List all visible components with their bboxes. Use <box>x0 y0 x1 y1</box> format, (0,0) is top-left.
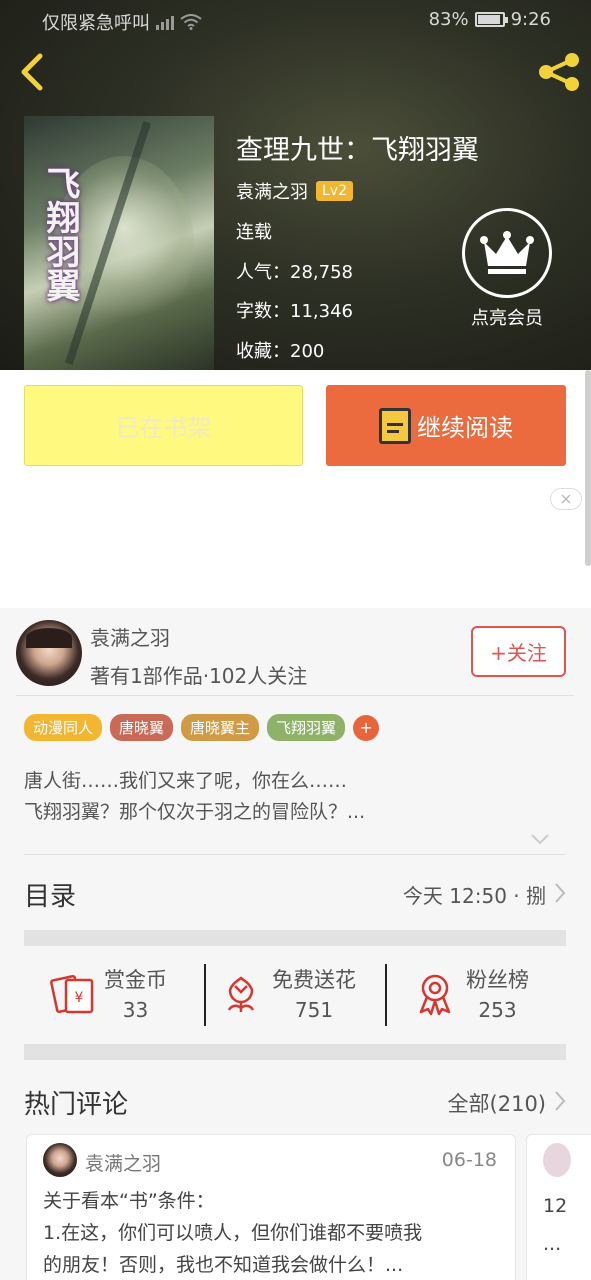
svg-text:¥: ¥ <box>75 990 84 1006</box>
comment-card[interactable]: 12 ... <box>526 1134 591 1280</box>
author-info: 著有1部作品·102人关注 <box>90 664 308 688</box>
free-flower-button[interactable]: 免费送花 751 <box>218 960 356 1026</box>
stat-label: 赏金币 <box>104 968 167 992</box>
avatar <box>543 1143 571 1177</box>
chevron-down-icon <box>531 834 549 845</box>
book-cover[interactable]: 飞翔羽翼 <box>24 116 214 370</box>
continue-reading-button[interactable]: 继续阅读 <box>326 385 566 466</box>
comment-text: 关于看本“书”条件： 1.在这，你们可以喷人，但你们谁都不要喷我 的朋友！否则，… <box>43 1185 503 1280</box>
book-author-name[interactable]: 袁满之羽 <box>236 178 308 204</box>
red-envelope-icon: ¥ <box>50 974 94 1014</box>
chevron-right-icon <box>555 883 566 903</box>
comment-date: 06-18 <box>441 1149 497 1171</box>
author-level-badge: Lv2 <box>316 181 353 201</box>
book-author-row[interactable]: 袁满之羽 Lv2 <box>236 178 353 204</box>
tag-list: 动漫同人 唐晓翼 唐晓翼主 飞翔羽翼 + <box>24 714 380 741</box>
comment-line: 1.在这，你们可以喷人，但你们谁都不要喷我 <box>43 1222 423 1244</box>
back-arrow-icon <box>21 53 43 91</box>
stat-value: 253 <box>478 998 517 1022</box>
all-comments-link[interactable]: 全部(210) <box>448 1088 546 1118</box>
medal-icon <box>419 974 451 1016</box>
divider <box>204 964 206 1026</box>
add-tag-button[interactable]: + <box>353 714 380 741</box>
flower-icon <box>227 976 255 1012</box>
stat-value: 33 <box>122 998 149 1022</box>
reward-coins-button[interactable]: ¥ 赏金币 33 <box>50 960 167 1026</box>
comment-line: 12 <box>543 1195 568 1217</box>
stats-row: ¥ 赏金币 33 免费送花 751 粉丝榜 253 <box>24 946 566 1046</box>
member-button[interactable]: 点亮会员 <box>462 208 552 330</box>
signal-icon <box>156 14 174 30</box>
comment-line: 关于看本“书”条件： <box>43 1190 215 1212</box>
ad-banner <box>0 482 591 608</box>
close-icon <box>561 494 571 504</box>
tag-item[interactable]: 飞翔羽翼 <box>267 714 346 741</box>
member-label: 点亮会员 <box>471 308 543 329</box>
follow-button[interactable]: +关注 <box>471 626 566 677</box>
carrier-text: 仅限紧急呼叫 <box>42 13 150 34</box>
tag-item[interactable]: 唐晓翼 <box>110 714 174 741</box>
comment-user: 袁满之羽 <box>85 1153 162 1175</box>
wifi-icon <box>180 14 202 30</box>
book-popularity: 人气：28,758 <box>236 262 353 283</box>
divider <box>24 854 566 855</box>
intro-line: 唐人街……我们又来了呢，你在么…… <box>24 770 348 792</box>
table-of-contents-row[interactable]: 目录 今天 12:50 · 捌 <box>24 870 566 920</box>
author-section: 袁满之羽 著有1部作品·102人关注 +关注 动漫同人 唐晓翼 唐晓翼主 飞翔羽… <box>0 608 591 1280</box>
book-status: 连载 <box>236 222 272 243</box>
in-shelf-button[interactable]: 已在书架 <box>24 385 303 466</box>
comment-line: 的朋友！否则，我也不知道我会做什么！... <box>43 1254 404 1276</box>
section-separator <box>24 1044 566 1060</box>
cover-title: 飞翔羽翼 <box>40 166 80 302</box>
fan-ranking-button[interactable]: 粉丝榜 253 <box>412 960 529 1026</box>
section-separator <box>24 930 566 946</box>
toc-title: 目录 <box>24 882 77 912</box>
comment-card[interactable]: 袁满之羽 06-18 关于看本“书”条件： 1.在这，你们可以喷人，但你们谁都不… <box>26 1134 516 1280</box>
book-title: 查理九世：飞翔羽翼 <box>236 135 479 166</box>
crown-icon <box>480 231 534 274</box>
divider <box>385 964 387 1026</box>
hot-comments-title: 热门评论 <box>24 1090 129 1120</box>
intro-line: 飞翔羽翼？那个仅次于羽之的冒险队？... <box>24 801 366 823</box>
author-avatar[interactable] <box>16 620 82 686</box>
divider <box>16 695 574 696</box>
expand-intro-button[interactable] <box>530 830 550 849</box>
continue-reading-label: 继续阅读 <box>417 414 513 442</box>
book-favorites: 收藏：200 <box>236 341 325 362</box>
tag-item[interactable]: 动漫同人 <box>24 714 103 741</box>
action-bar: 已在书架 继续阅读 <box>0 370 591 482</box>
member-crown-badge <box>462 208 552 298</box>
clock: 9:26 <box>510 9 551 30</box>
back-button[interactable] <box>14 52 50 92</box>
stat-label: 粉丝榜 <box>466 968 529 992</box>
tag-item[interactable]: 唐晓翼主 <box>181 714 260 741</box>
hot-comments-header[interactable]: 热门评论 全部(210) <box>24 1078 566 1128</box>
toc-latest-update: 今天 12:50 · 捌 <box>402 884 546 908</box>
share-icon <box>539 53 579 91</box>
scrollbar[interactable] <box>585 370 591 566</box>
stat-label: 免费送花 <box>272 968 356 992</box>
comment-text: 12 ... <box>543 1187 567 1263</box>
battery-percent: 83% <box>428 9 469 30</box>
avatar[interactable] <box>43 1143 77 1177</box>
book-word-count: 字数：11,346 <box>236 301 353 322</box>
comment-line: ... <box>543 1233 562 1255</box>
ad-close-button[interactable] <box>550 488 582 510</box>
chevron-right-icon <box>555 1091 566 1111</box>
book-icon <box>379 407 411 444</box>
battery-icon <box>474 12 508 27</box>
stat-value: 751 <box>294 998 334 1022</box>
book-intro[interactable]: 唐人街……我们又来了呢，你在么…… 飞翔羽翼？那个仅次于羽之的冒险队？... <box>24 766 365 828</box>
book-header: 仅限紧急呼叫 83% 9:26 飞翔羽翼 查理九世：飞翔羽翼 袁满之羽 Lv2 … <box>0 0 591 370</box>
share-button[interactable] <box>534 52 584 92</box>
status-bar: 仅限紧急呼叫 83% 9:26 <box>0 0 591 40</box>
author-name[interactable]: 袁满之羽 <box>90 622 170 651</box>
